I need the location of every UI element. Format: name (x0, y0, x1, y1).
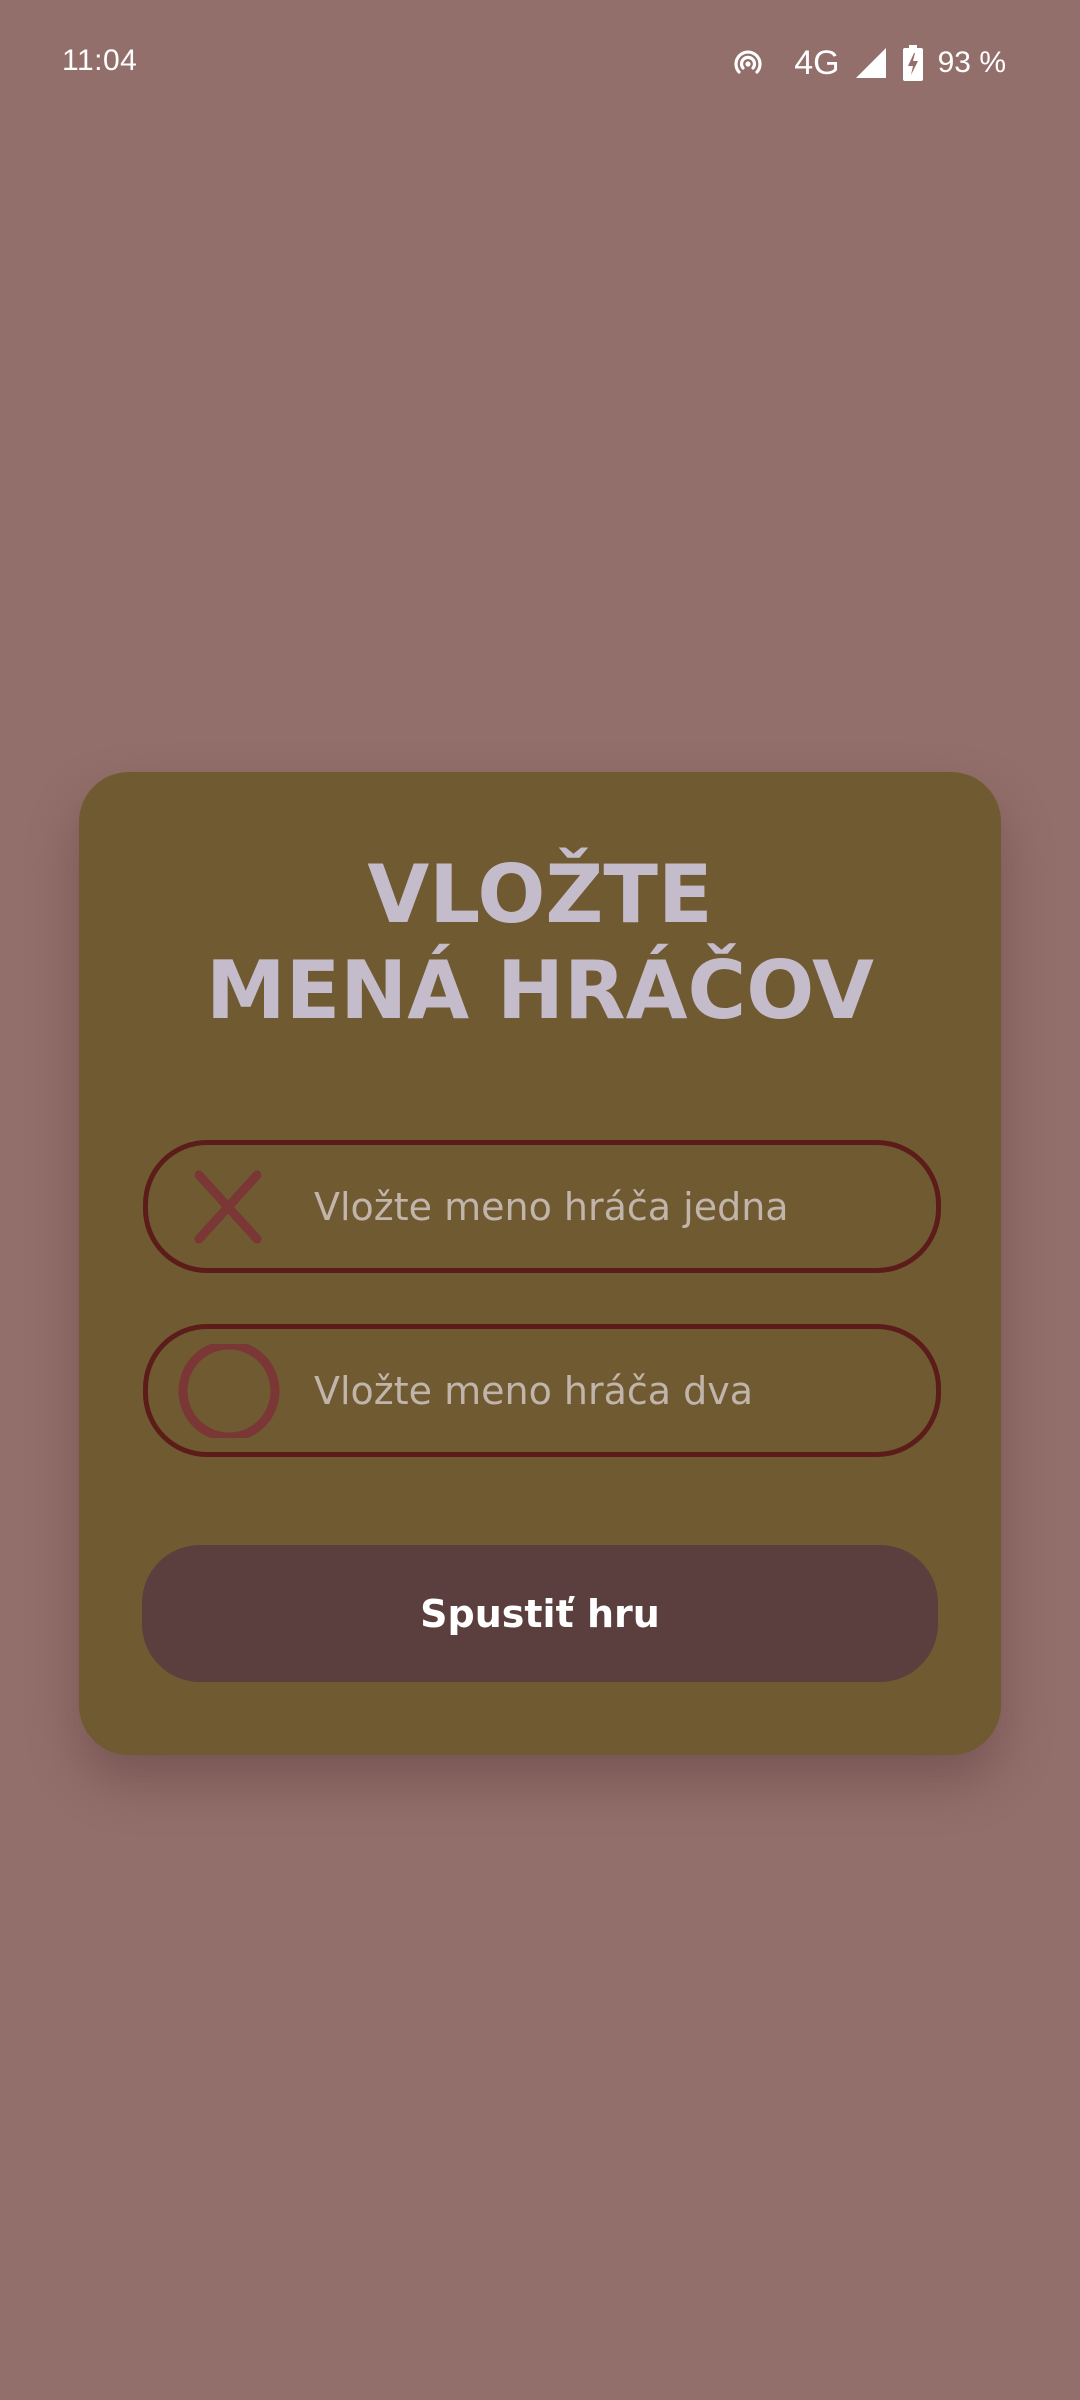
status-icons: 4G 93 % (730, 40, 1006, 86)
card-title-line-1: VLOŽTE (367, 848, 713, 941)
hotspot-icon (730, 45, 766, 81)
player-one-input[interactable] (314, 1145, 914, 1268)
player-names-card: VLOŽTE MENÁ HRÁČOV Spustiť hru (79, 772, 1001, 1755)
card-title-line-2: MENÁ HRÁČOV (206, 944, 874, 1037)
status-time: 11:04 (62, 44, 138, 77)
battery-percent: 93 % (937, 46, 1006, 79)
player-two-field[interactable] (143, 1324, 941, 1457)
signal-icon (854, 46, 888, 80)
circle-icon (178, 1344, 282, 1438)
cross-icon (178, 1160, 282, 1254)
status-bar: 11:04 4G 93 % (0, 0, 1080, 128)
player-one-field[interactable] (143, 1140, 941, 1273)
start-game-button[interactable]: Spustiť hru (142, 1545, 938, 1682)
card-title: VLOŽTE MENÁ HRÁČOV (79, 847, 1001, 1039)
network-type: 4G (794, 43, 840, 82)
player-two-input[interactable] (314, 1329, 914, 1452)
battery-charging-icon (902, 45, 924, 81)
